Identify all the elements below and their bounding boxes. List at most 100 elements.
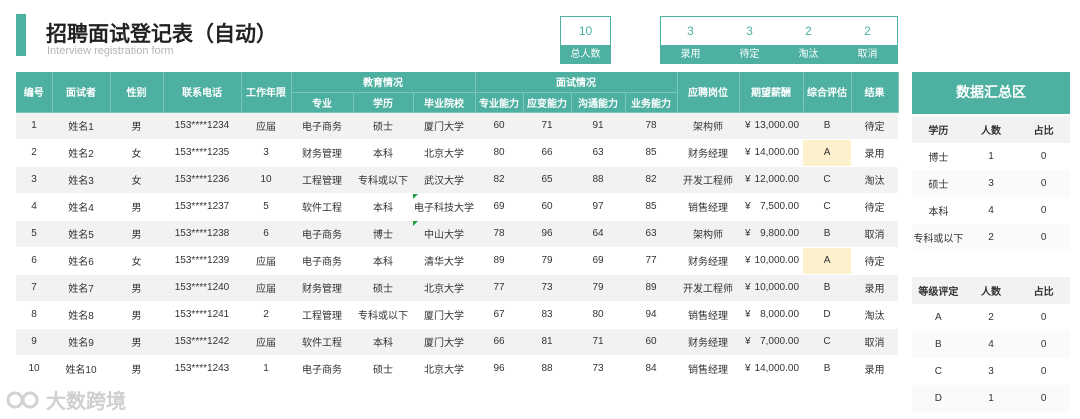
cell-no: 1 [16, 112, 52, 140]
header-major: 专业 [291, 92, 354, 113]
cell-degree: 博士 [353, 220, 413, 248]
salary-value: 8,000.00 [760, 309, 800, 320]
cell-grade: B [803, 274, 852, 302]
cell-biz: 82 [625, 166, 678, 194]
table-row: 5 姓名5 男 153****1238 6 电子商务 博士 中山大学 78 96 64 63 架构师 ¥9… [16, 220, 899, 248]
cell-major: 电子商务 [291, 220, 353, 248]
cell-years: 10 [241, 166, 291, 194]
cell-skill: 78 [475, 220, 524, 248]
cell-salary: ¥8,000.00 [739, 301, 804, 329]
summary-degree-cell: 博士 [912, 143, 965, 170]
cell-comm: 71 [571, 328, 626, 356]
cell-biz: 85 [625, 139, 678, 167]
summary-degree-cell: 0 [1017, 224, 1070, 251]
cell-school: 北京大学 [413, 355, 476, 383]
cell-gender: 女 [110, 166, 163, 194]
cell-biz: 84 [625, 355, 678, 383]
cell-name: 姓名9 [52, 328, 110, 356]
cell-gender: 男 [110, 328, 163, 356]
cell-years: 应届 [241, 112, 291, 140]
currency-symbol: ¥ [745, 309, 751, 320]
watermark-text: 大数跨境 [46, 391, 126, 413]
cell-degree: 硕士 [353, 355, 413, 383]
cell-phone: 153****1242 [163, 328, 241, 356]
cell-grade: C [803, 166, 852, 194]
summary-grade-cell: B [912, 331, 965, 358]
currency-symbol: ¥ [745, 201, 751, 212]
cell-grade: A [803, 247, 852, 275]
header-grade: 综合评估 [803, 72, 852, 113]
page: 招聘面试登记表（自动） Interview registration form … [0, 0, 1080, 419]
cell-result: 录用 [851, 274, 899, 302]
cell-react: 79 [523, 247, 572, 275]
cell-comm: 80 [571, 301, 626, 329]
currency-symbol: ¥ [745, 282, 751, 293]
cell-salary: ¥10,000.00 [739, 274, 804, 302]
cell-position: 架构师 [677, 112, 740, 140]
cell-salary: ¥9,800.00 [739, 220, 804, 248]
stat-total-label: 总人数 [561, 45, 610, 64]
stat-value: 2 [864, 24, 871, 38]
cell-skill: 77 [475, 274, 524, 302]
cell-position: 财务经理 [677, 328, 740, 356]
stat-total-value: 10 [578, 24, 593, 38]
stat-result-group: 3 录用 3 待定 2 淘汰 2 取消 [660, 16, 898, 64]
cell-position: 销售经理 [677, 193, 740, 221]
cell-comm: 91 [571, 112, 626, 140]
cell-school: 厦门大学 [413, 301, 476, 329]
cell-result: 录用 [851, 139, 899, 167]
cell-result: 待定 [851, 193, 899, 221]
header-no: 编号 [16, 72, 53, 113]
cell-react: 81 [523, 328, 572, 356]
currency-symbol: ¥ [745, 120, 751, 131]
cell-major: 电子商务 [291, 355, 353, 383]
cell-degree: 专科或以下 [353, 166, 413, 194]
cell-school: 北京大学 [413, 274, 476, 302]
watermark-logo-icon [6, 391, 39, 408]
cell-years: 5 [241, 193, 291, 221]
cell-no: 8 [16, 301, 52, 329]
cell-major: 软件工程 [291, 193, 353, 221]
cell-salary: ¥7,500.00 [739, 193, 804, 221]
cell-no: 4 [16, 193, 52, 221]
cell-degree: 本科 [353, 247, 413, 275]
stat-label: 淘汰 [779, 45, 838, 64]
header-gender: 性别 [110, 72, 164, 113]
cell-name: 姓名1 [52, 112, 110, 140]
cell-salary: ¥14,000.00 [739, 139, 804, 167]
cell-major: 电子商务 [291, 247, 353, 275]
page-title: 招聘面试登记表（自动） [46, 22, 277, 46]
cell-degree: 硕士 [353, 274, 413, 302]
stat-value: 2 [805, 24, 812, 38]
cell-major: 电子商务 [291, 112, 353, 140]
header-result: 结果 [851, 72, 899, 113]
summary-degree-cell: 0 [1017, 143, 1070, 170]
cell-result: 取消 [851, 328, 899, 356]
cell-name: 姓名10 [52, 355, 110, 383]
header-degree: 学历 [353, 92, 414, 113]
cell-react: 88 [523, 355, 572, 383]
stat-cancelled: 2 取消 [838, 17, 897, 64]
cell-skill: 69 [475, 193, 524, 221]
cell-react: 83 [523, 301, 572, 329]
table-row: 8 姓名8 男 153****1241 2 工程管理 专科或以下 厦门大学 67 83 80 94 销售… [16, 301, 899, 329]
cell-years: 应届 [241, 247, 291, 275]
cell-no: 5 [16, 220, 52, 248]
cell-degree: 硕士 [353, 112, 413, 140]
cell-major: 财务管理 [291, 274, 353, 302]
cell-salary: ¥12,000.00 [739, 166, 804, 194]
summary-degree-row: 硕士 3 0 [912, 170, 1070, 197]
header-years: 工作年限 [241, 72, 292, 113]
cell-grade: B [803, 355, 852, 383]
cell-biz: 77 [625, 247, 678, 275]
table-row: 6 姓名6 女 153****1239 应届 电子商务 本科 清华大学 89 79 69 77 财务经理… [16, 247, 899, 275]
cell-result: 待定 [851, 247, 899, 275]
interview-table: 编号 面试者 性别 联系电话 工作年限 教育情况 面试情况 应聘岗位 期望薪酬 … [16, 72, 899, 383]
cell-years: 应届 [241, 274, 291, 302]
cell-biz: 94 [625, 301, 678, 329]
cell-phone: 153****1234 [163, 112, 241, 140]
cell-position: 财务经理 [677, 247, 740, 275]
header-salary: 期望薪酬 [739, 72, 804, 113]
cell-grade: A [803, 139, 852, 167]
cell-years: 应届 [241, 328, 291, 356]
